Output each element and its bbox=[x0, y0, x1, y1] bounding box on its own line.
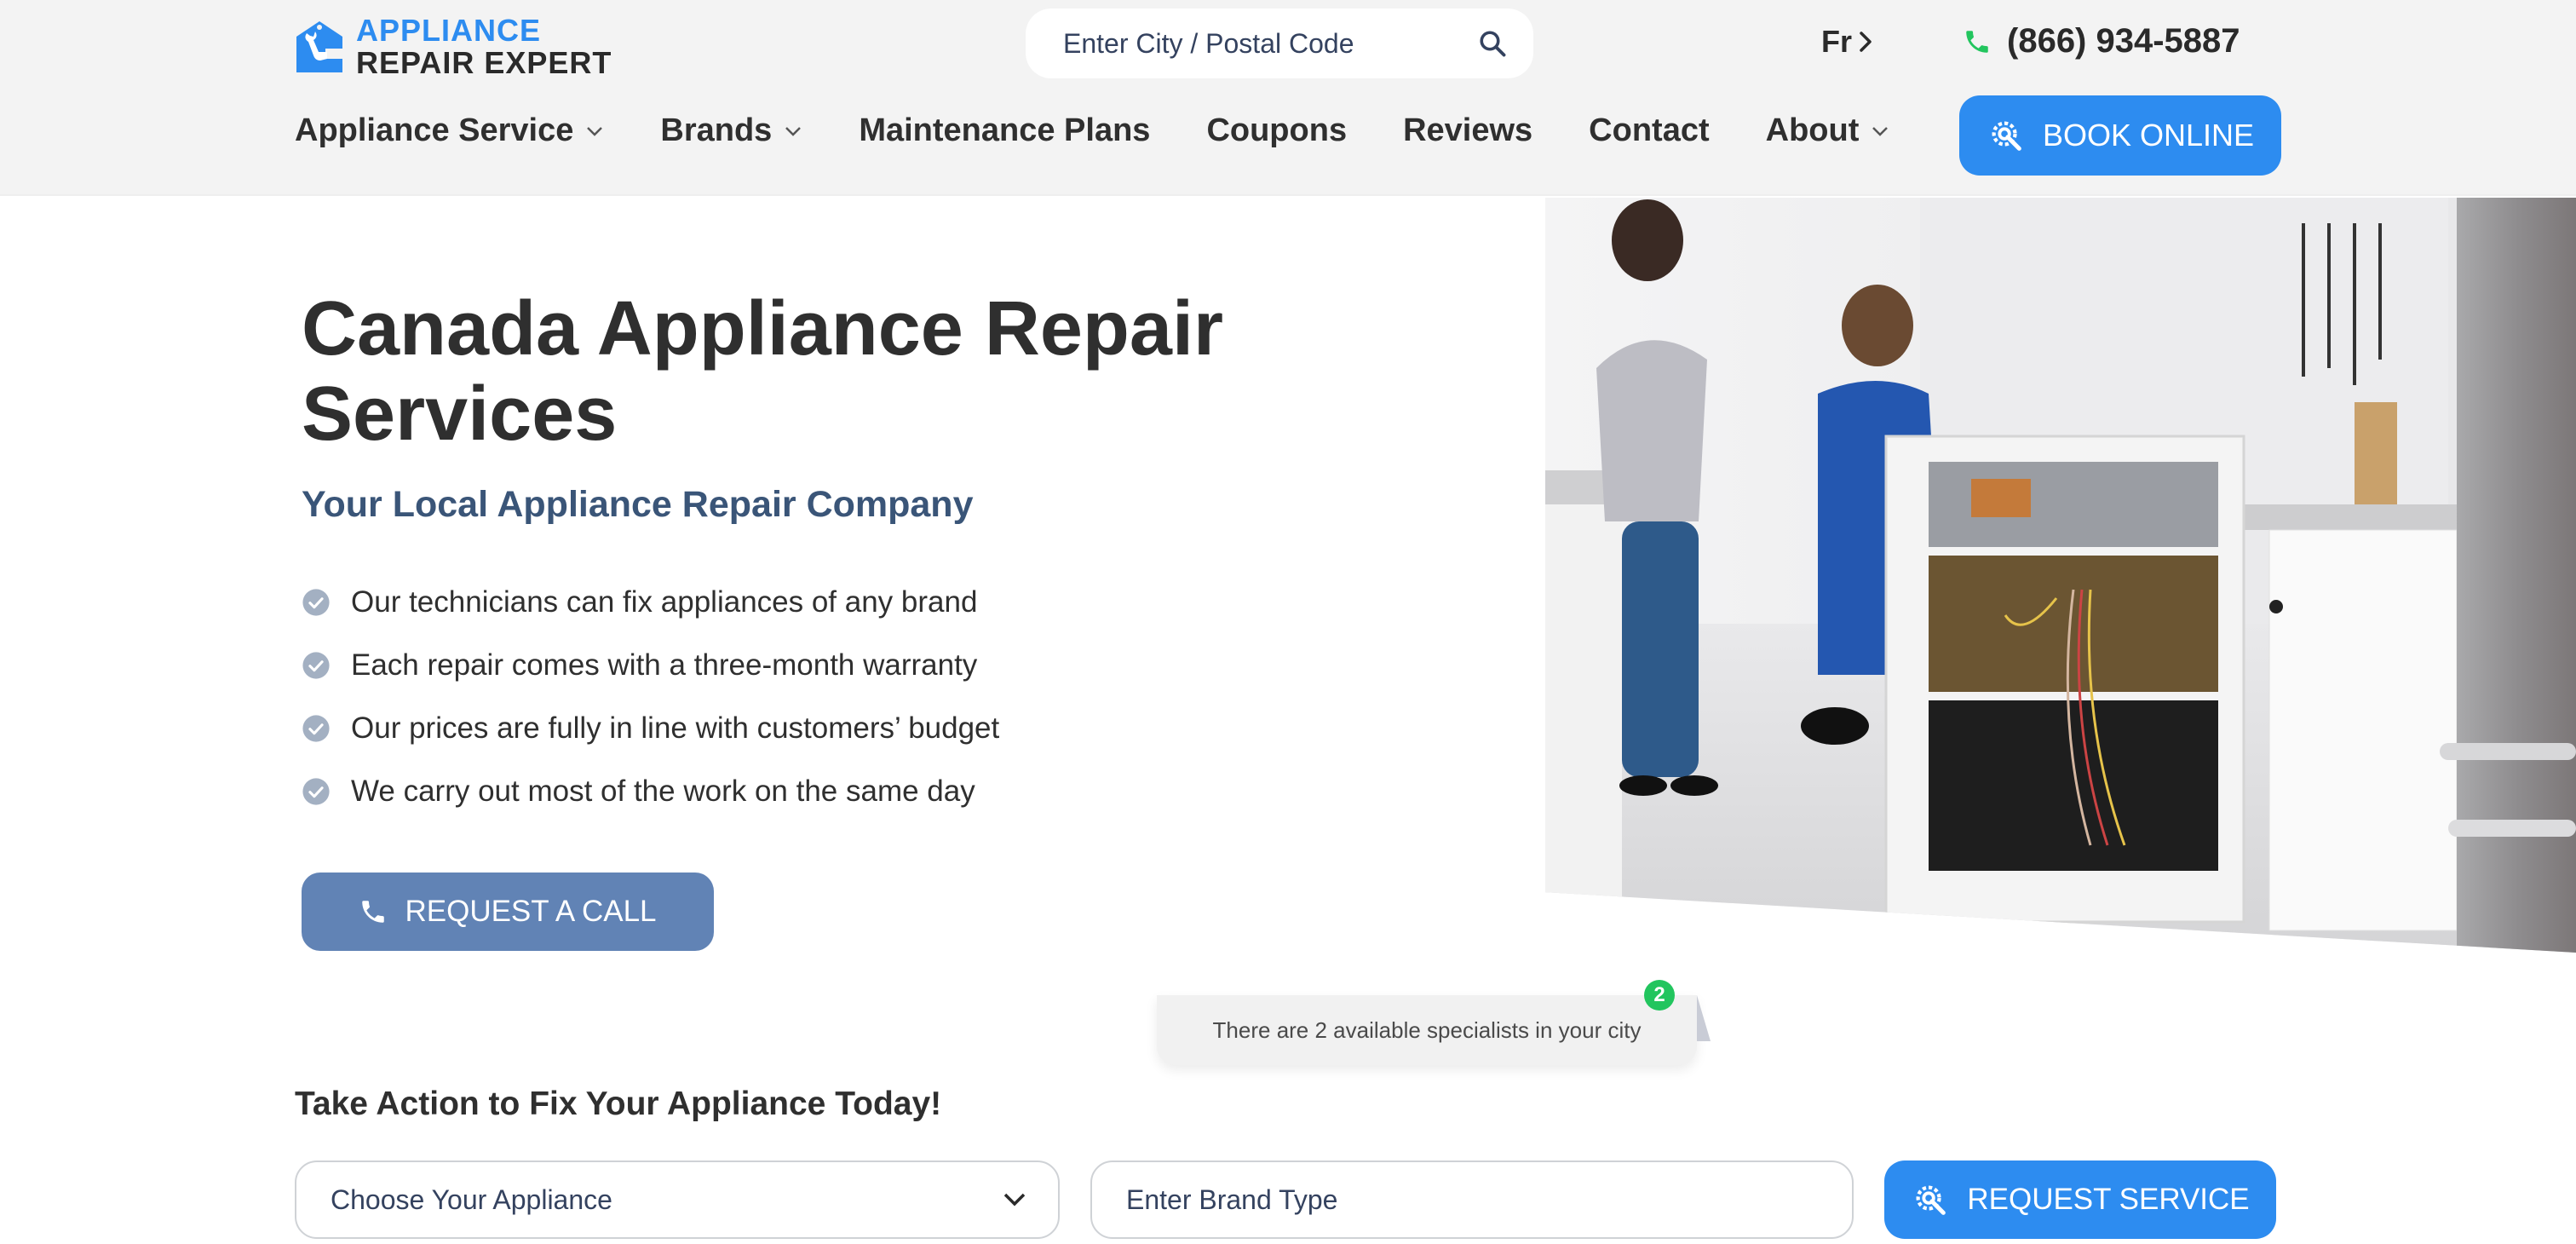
nav-item-reviews[interactable]: Reviews bbox=[1403, 112, 1532, 149]
nav-item-appliance-service[interactable]: Appliance Service bbox=[295, 112, 604, 149]
phone-icon bbox=[1966, 30, 1988, 53]
house-wrench-icon bbox=[296, 21, 344, 72]
appliance-select[interactable]: Choose Your Appliance bbox=[295, 1160, 1060, 1239]
check-circle-icon bbox=[302, 715, 330, 742]
hero-image bbox=[1545, 198, 2576, 953]
request-service-button[interactable]: REQUEST SERVICE bbox=[1884, 1160, 2276, 1239]
phone-link[interactable]: (866) 934-5887 bbox=[1963, 22, 2240, 60]
feature-item: Each repair comes with a three-month war… bbox=[302, 634, 999, 697]
brand-type-input[interactable] bbox=[1090, 1160, 1854, 1239]
logo-text: APPLIANCE REPAIR EXPERT bbox=[356, 15, 612, 78]
nav-item-label: Brands bbox=[660, 112, 773, 148]
phone-icon bbox=[362, 901, 385, 923]
nav-item-brands[interactable]: Brands bbox=[660, 112, 802, 149]
notification-badge: 2 bbox=[1644, 980, 1675, 1011]
chevron-down-icon bbox=[587, 126, 603, 136]
nav-item-about[interactable]: About bbox=[1766, 112, 1890, 149]
nav-item-label: Reviews bbox=[1403, 112, 1533, 148]
main-nav: Appliance Service Brands Maintenance Pla… bbox=[295, 112, 1946, 149]
nav-item-label: Appliance Service bbox=[295, 112, 574, 148]
toast-tail bbox=[1697, 995, 1711, 1041]
logo-line-2: REPAIR EXPERT bbox=[356, 45, 612, 80]
specialists-toast[interactable]: There are 2 available specialists in you… bbox=[1157, 995, 1697, 1065]
feature-item: Our technicians can fix appliances of an… bbox=[302, 571, 999, 634]
hero-subtitle: Your Local Appliance Repair Company bbox=[302, 484, 974, 525]
nav-item-label: Maintenance Plans bbox=[859, 112, 1151, 148]
nav-item-label: Coupons bbox=[1206, 112, 1348, 148]
check-circle-icon bbox=[302, 778, 330, 805]
feature-item: We carry out most of the work on the sam… bbox=[302, 760, 999, 823]
city-search bbox=[1026, 9, 1533, 78]
appliance-select-value: Choose Your Appliance bbox=[331, 1184, 612, 1215]
feature-list: Our technicians can fix appliances of an… bbox=[302, 571, 999, 823]
chevron-down-icon bbox=[1003, 1193, 1026, 1207]
language-switch[interactable]: Fr bbox=[1821, 24, 1872, 60]
kitchen-repair-photo bbox=[1545, 198, 2576, 953]
book-online-button[interactable]: BOOK ONLINE bbox=[1959, 95, 2281, 176]
chevron-right-icon bbox=[1860, 32, 1872, 52]
nav-item-contact[interactable]: Contact bbox=[1589, 112, 1709, 149]
logo-line-1: APPLIANCE bbox=[356, 13, 542, 48]
logo[interactable]: APPLIANCE REPAIR EXPERT bbox=[295, 15, 612, 78]
toast-text: There are 2 available specialists in you… bbox=[1212, 1017, 1642, 1043]
chevron-down-icon bbox=[1872, 126, 1889, 136]
nav-item-label: Contact bbox=[1589, 112, 1710, 148]
gear-wrench-icon bbox=[1992, 121, 2021, 151]
request-service-label: REQUEST SERVICE bbox=[1967, 1183, 2250, 1216]
phone-number: (866) 934-5887 bbox=[2007, 22, 2240, 60]
nav-item-maintenance-plans[interactable]: Maintenance Plans bbox=[859, 112, 1150, 149]
page-title: Canada Appliance Repair Services bbox=[302, 286, 1223, 457]
book-online-label: BOOK ONLINE bbox=[2042, 118, 2255, 153]
check-circle-icon bbox=[302, 652, 330, 679]
nav-item-label: About bbox=[1765, 112, 1860, 148]
check-circle-icon bbox=[302, 589, 330, 616]
feature-text: Each repair comes with a three-month war… bbox=[351, 648, 978, 682]
feature-text: Our technicians can fix appliances of an… bbox=[351, 585, 978, 619]
feature-text: Our prices are fully in line with custom… bbox=[351, 711, 1000, 745]
site-header: APPLIANCE REPAIR EXPERT Fr (866) 934-588… bbox=[0, 0, 2576, 196]
language-label: Fr bbox=[1821, 24, 1852, 59]
gear-wrench-icon bbox=[1916, 1185, 1946, 1215]
request-call-button[interactable]: REQUEST A CALL bbox=[302, 873, 714, 951]
search-icon[interactable] bbox=[1477, 28, 1508, 59]
chevron-down-icon bbox=[785, 126, 802, 136]
request-call-label: REQUEST A CALL bbox=[405, 895, 657, 928]
feature-text: We carry out most of the work on the sam… bbox=[351, 775, 975, 808]
city-search-input[interactable] bbox=[1063, 27, 1438, 60]
feature-item: Our prices are fully in line with custom… bbox=[302, 697, 999, 760]
action-title: Take Action to Fix Your Appliance Today! bbox=[295, 1086, 942, 1122]
nav-item-coupons[interactable]: Coupons bbox=[1206, 112, 1347, 149]
